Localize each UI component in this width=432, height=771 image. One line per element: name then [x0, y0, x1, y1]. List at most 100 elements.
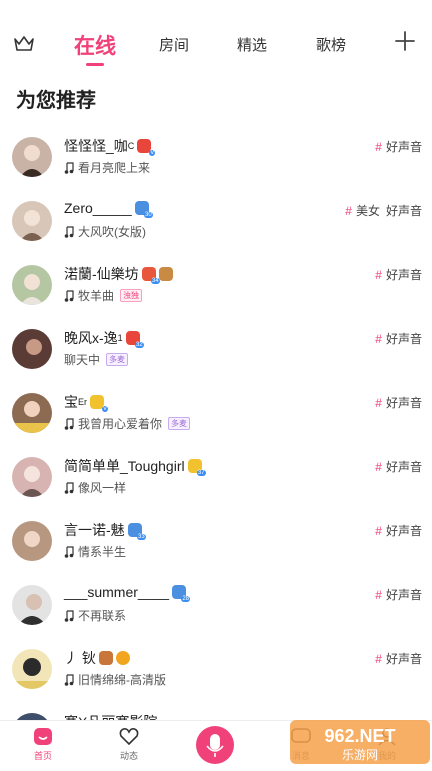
level-badge-icon: V	[90, 395, 108, 412]
list-item[interactable]: 晚风x-逸 1 32 聊天中 多麦 # 好声音	[0, 310, 432, 374]
tab-charts[interactable]: 歌榜	[316, 34, 346, 55]
music-note-icon	[64, 545, 74, 558]
category-extra: 美女	[355, 204, 380, 218]
category-label: # 好声音	[375, 524, 422, 538]
level-badge-icon	[98, 651, 113, 665]
tab-rooms[interactable]: 房间	[159, 34, 189, 55]
avatar[interactable]	[12, 457, 52, 497]
list-item[interactable]: 渃蘭-仙樂坊 34 牧羊曲 浊独 # 好声音	[0, 246, 432, 310]
list-item[interactable]: 言一诺-魅 33 情系半生 # 好声音	[0, 502, 432, 566]
username: 晚风x-逸	[64, 330, 118, 346]
plus-icon[interactable]	[394, 30, 416, 52]
music-note-icon	[64, 417, 74, 430]
category-label: # 好声音	[375, 140, 422, 154]
category-label: # 好声音	[375, 652, 422, 666]
music-note-icon	[64, 161, 74, 174]
tab-online[interactable]: 在线	[74, 30, 116, 60]
song-title: 我曾用心爱着你	[78, 417, 163, 431]
heart-icon	[119, 728, 139, 746]
song-title: 像风一样	[78, 481, 127, 495]
level-badge-icon: 37	[187, 459, 206, 476]
music-note-icon	[64, 289, 74, 302]
list-item[interactable]: 丿 钬 旧情绵绵-高清版 # 好声音	[0, 630, 432, 694]
nav-label: 首页	[33, 751, 52, 761]
username: 简简单单_Toughgirl	[64, 458, 185, 474]
music-note-icon	[64, 609, 74, 622]
username: 宝	[64, 394, 78, 410]
username: 渃蘭-仙樂坊	[64, 266, 139, 282]
category-text: 好声音	[385, 332, 422, 346]
avatar[interactable]	[12, 201, 52, 241]
level-badge-icon: 34	[141, 267, 160, 284]
home-icon	[34, 728, 52, 745]
list-item[interactable]: Zero_____ 30 大风吹(女版) # 美女 好声音	[0, 182, 432, 246]
status-text: 聊天中	[64, 353, 101, 367]
room-tag: 浊独	[120, 289, 143, 302]
user-list: 怪怪怪_咖 C V 看月亮爬上来 # 好声音 Zero_____ 30 大风吹(女版…	[0, 118, 432, 758]
music-note-icon	[64, 481, 74, 494]
category-text: 好声音	[385, 204, 422, 218]
avatar[interactable]	[12, 521, 52, 561]
category-label: # 好声音	[375, 588, 422, 602]
room-tag: 多麦	[168, 417, 191, 430]
category-label: # 美女 好声音	[345, 204, 422, 218]
tab-featured[interactable]: 精选	[237, 34, 267, 55]
category-label: # 好声音	[375, 332, 422, 346]
category-text: 好声音	[385, 460, 422, 474]
list-item[interactable]: 宝 Er V 我曾用心爱着你 多麦 # 好声音	[0, 374, 432, 438]
category-label: # 好声音	[375, 460, 422, 474]
username-superscript: Er	[78, 397, 87, 407]
watermark-logo: 962.NET 乐游网	[290, 718, 430, 766]
song-title: 情系半生	[78, 545, 127, 559]
level-badge-icon: 28	[172, 585, 191, 602]
avatar[interactable]	[12, 329, 52, 369]
username: 言一诺-魅	[64, 522, 125, 538]
section-title: 为您推荐	[16, 90, 96, 112]
music-note-icon	[64, 673, 74, 686]
avatar[interactable]	[12, 137, 52, 177]
list-item[interactable]: 怪怪怪_咖 C V 看月亮爬上来 # 好声音	[0, 118, 432, 182]
avatar[interactable]	[12, 393, 52, 433]
category-text: 好声音	[385, 652, 422, 666]
username-superscript: C	[127, 141, 135, 151]
avatar[interactable]	[12, 265, 52, 305]
music-note-icon	[64, 225, 74, 238]
star-badge-icon	[115, 651, 130, 665]
song-title: 旧情绵绵-高清版	[78, 673, 166, 687]
nav-home[interactable]: 首页	[13, 725, 73, 762]
avatar[interactable]	[12, 585, 52, 625]
level-badge-icon: 33	[127, 523, 146, 540]
username: 怪怪怪_咖	[64, 138, 128, 154]
song-title: 看月亮爬上来	[78, 161, 151, 175]
level-badge-icon: V	[137, 139, 156, 156]
level-badge-icon: 32	[125, 331, 144, 348]
microphone-icon	[206, 734, 224, 757]
username-superscript: 1	[117, 333, 123, 343]
active-tab-indicator	[86, 63, 104, 66]
avatar[interactable]	[12, 649, 52, 689]
gift-badge-icon	[158, 267, 173, 281]
username: ___summer____	[64, 584, 170, 600]
nav-label: 动态	[119, 751, 138, 761]
crown-icon[interactable]	[12, 34, 36, 54]
mic-button[interactable]	[196, 726, 234, 764]
category-text: 好声音	[385, 588, 422, 602]
song-title: 牧羊曲	[78, 289, 115, 303]
category-text: 好声音	[385, 524, 422, 538]
list-item[interactable]: ___summer____ 28 不再联系 # 好声音	[0, 566, 432, 630]
room-tag: 多麦	[106, 353, 129, 366]
level-badge-icon: 30	[134, 201, 153, 218]
top-bar: 在线 房间 精选 歌榜	[0, 0, 432, 72]
username: Zero_____	[64, 200, 132, 216]
category-text: 好声音	[385, 268, 422, 282]
svg-text:乐游网: 乐游网	[342, 748, 378, 762]
song-title: 大风吹(女版)	[78, 225, 146, 239]
category-text: 好声音	[385, 140, 422, 154]
svg-text:962.NET: 962.NET	[324, 726, 395, 746]
song-title: 不再联系	[78, 609, 127, 623]
nav-moments[interactable]: 动态	[99, 725, 159, 762]
list-item[interactable]: 简简单单_Toughgirl 37 像风一样 # 好声音	[0, 438, 432, 502]
category-label: # 好声音	[375, 396, 422, 410]
category-text: 好声音	[385, 396, 422, 410]
username: 丿 钬	[64, 650, 96, 666]
